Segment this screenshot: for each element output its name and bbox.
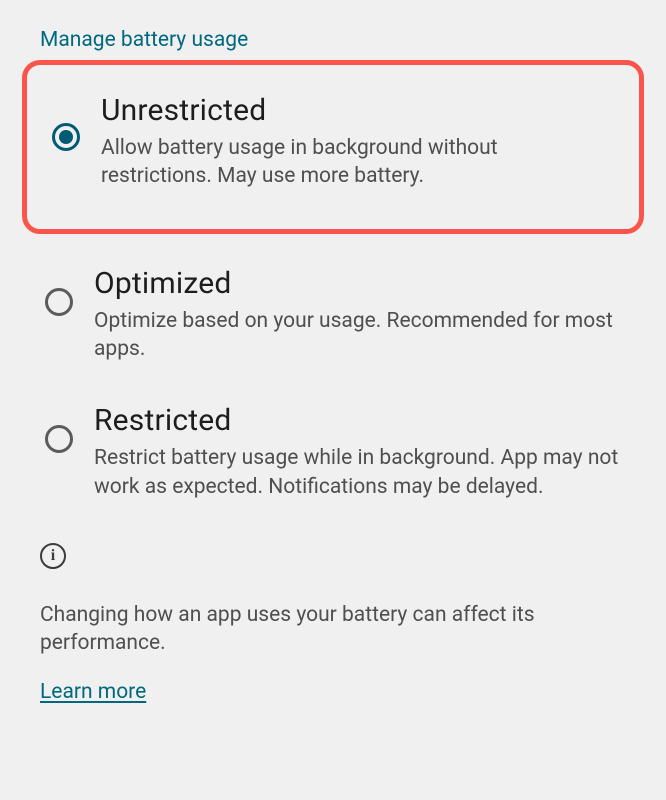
option-description: Restrict battery usage while in backgrou… bbox=[94, 444, 626, 501]
radio-button-unselected-icon[interactable] bbox=[45, 288, 73, 316]
option-title: Optimized bbox=[94, 266, 626, 301]
option-optimized[interactable]: Optimized Optimize based on your usage. … bbox=[0, 246, 666, 384]
option-text: Unrestricted Allow battery usage in back… bbox=[95, 93, 611, 191]
battery-usage-panel: Manage battery usage Unrestricted Allow … bbox=[0, 0, 666, 704]
option-description: Optimize based on your usage. Recommende… bbox=[94, 307, 626, 364]
option-text: Restricted Restrict battery usage while … bbox=[88, 403, 626, 501]
radio-wrapper bbox=[30, 266, 88, 316]
info-text: Changing how an app uses your battery ca… bbox=[40, 601, 626, 658]
option-unrestricted[interactable]: Unrestricted Allow battery usage in back… bbox=[37, 83, 621, 201]
info-section: i Changing how an app uses your battery … bbox=[0, 521, 666, 704]
radio-wrapper bbox=[30, 403, 88, 453]
info-icon-wrap: i bbox=[40, 543, 626, 569]
option-title: Unrestricted bbox=[101, 93, 611, 128]
highlighted-option-box: Unrestricted Allow battery usage in back… bbox=[22, 60, 644, 234]
option-restricted[interactable]: Restricted Restrict battery usage while … bbox=[0, 383, 666, 521]
radio-button-selected-icon[interactable] bbox=[52, 123, 80, 151]
option-title: Restricted bbox=[94, 403, 626, 438]
section-header: Manage battery usage bbox=[0, 28, 666, 60]
radio-button-unselected-icon[interactable] bbox=[45, 425, 73, 453]
option-description: Allow battery usage in background withou… bbox=[101, 134, 611, 191]
learn-more-link[interactable]: Learn more bbox=[40, 680, 146, 704]
option-text: Optimized Optimize based on your usage. … bbox=[88, 266, 626, 364]
info-icon: i bbox=[40, 543, 66, 569]
radio-wrapper bbox=[37, 93, 95, 151]
